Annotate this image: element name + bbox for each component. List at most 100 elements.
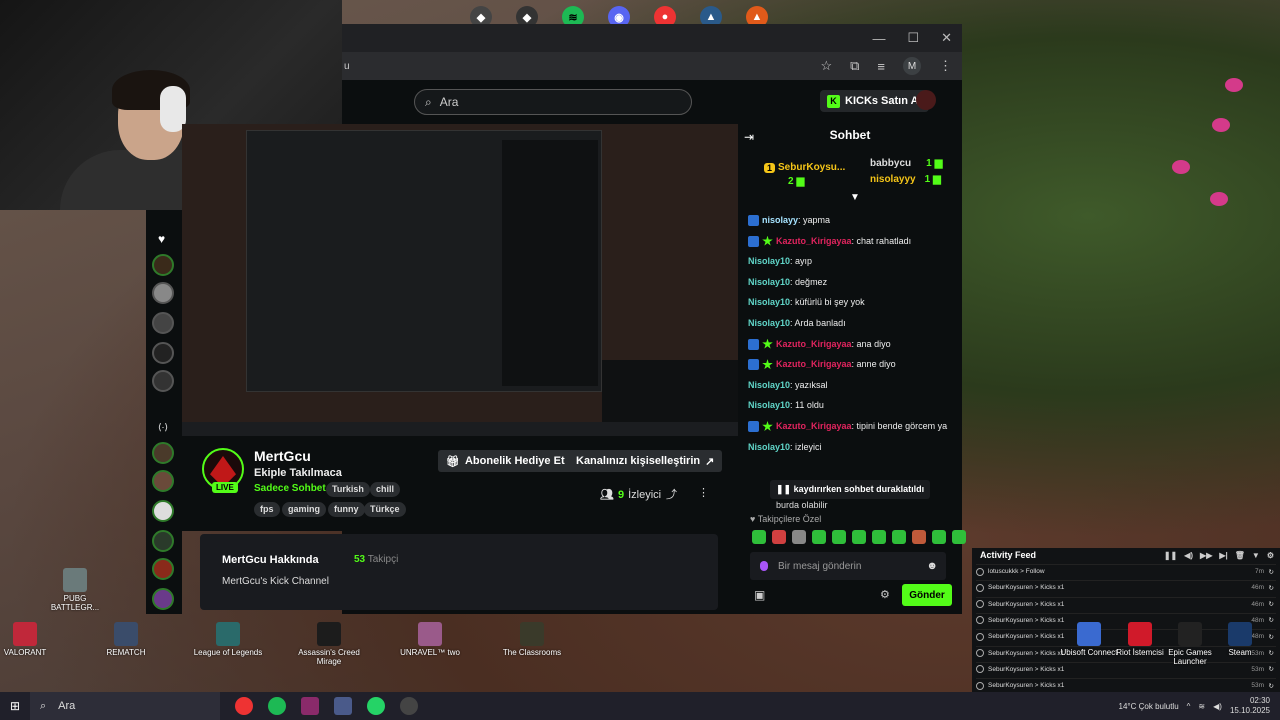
media-icon[interactable]: ≡	[877, 59, 885, 74]
replay-icon[interactable]: ↻	[1269, 682, 1274, 690]
desktop-shortcut[interactable]: Steam	[1205, 622, 1275, 657]
rail-channel[interactable]	[152, 282, 174, 304]
gift-kicks-icon[interactable]: ▣	[754, 588, 765, 602]
chat-username[interactable]: Nisolay10	[748, 400, 790, 410]
chat-username[interactable]: Kazuto_Kirigayaa	[776, 359, 852, 369]
video-player[interactable]	[182, 124, 738, 436]
profile-avatar[interactable]: M	[903, 57, 921, 75]
more-icon[interactable]: ⋮	[698, 486, 709, 499]
desktop-shortcut[interactable]: League of Legends	[193, 622, 263, 657]
replay-icon[interactable]: ↻	[1269, 584, 1274, 592]
fast-forward-icon[interactable]: ▶|	[1219, 551, 1227, 560]
rail-channel[interactable]	[152, 312, 174, 334]
rail-channel[interactable]	[152, 342, 174, 364]
weather-label[interactable]: 14°C Çok bulutlu	[1119, 702, 1179, 711]
top-gifter[interactable]: nisolayyy 1 ▆	[870, 174, 941, 185]
emoji-icon[interactable]: ☻	[926, 560, 938, 572]
stream-category[interactable]: Sadece Sohbet	[254, 483, 326, 494]
close-icon[interactable]: ✕	[941, 30, 952, 46]
emote[interactable]	[812, 530, 826, 544]
replay-icon[interactable]: ↻	[1269, 600, 1274, 608]
chat-username[interactable]: Kazuto_Kirigayaa	[776, 339, 852, 349]
spotify-icon[interactable]	[268, 697, 286, 715]
maximize-icon[interactable]: ☐	[907, 30, 919, 46]
tag[interactable]: chill	[370, 482, 401, 497]
emote[interactable]	[912, 530, 926, 544]
chrome-icon[interactable]	[235, 697, 253, 715]
chat-paused-notice[interactable]: ❚❚ kaydırırken sohbet duraklatıldı	[770, 480, 931, 499]
emote[interactable]	[952, 530, 966, 544]
desktop-shortcut[interactable]: PUBG BATTLEGR...	[40, 568, 110, 612]
customize-channel-button[interactable]: Kanalınızı kişiselleştirin ↗	[568, 450, 723, 472]
expand-icon[interactable]: ▼	[850, 192, 860, 203]
address-bar[interactable]: u ☆ ⧉ ≡ M ⋮	[342, 52, 962, 80]
volume-icon[interactable]: ◀)	[1184, 551, 1193, 560]
replay-icon[interactable]: ↻	[1269, 665, 1274, 673]
tag[interactable]: Türkçe	[364, 502, 406, 517]
taskbar-search[interactable]: ⌕ Ara	[30, 692, 220, 720]
desktop-shortcut[interactable]: VALORANT	[0, 622, 60, 657]
desktop-shortcut[interactable]: Assassin's Creed Mirage	[294, 622, 364, 666]
rail-channel[interactable]	[152, 588, 174, 610]
chat-username[interactable]: Nisolay10	[748, 442, 790, 452]
emote[interactable]	[832, 530, 846, 544]
trash-icon[interactable]: 🗑︎	[1235, 551, 1245, 560]
desktop-shortcut[interactable]: REMATCH	[91, 622, 161, 657]
app-icon[interactable]	[400, 697, 418, 715]
chat-username[interactable]: nisolayy	[762, 215, 798, 225]
emote[interactable]	[772, 530, 786, 544]
extensions-icon[interactable]: ⧉	[850, 58, 859, 74]
rail-channel[interactable]	[152, 370, 174, 392]
minimize-icon[interactable]: —	[872, 31, 885, 46]
app-icon[interactable]	[301, 697, 319, 715]
gift-sub-button[interactable]: 🎁︎ Abonelik Hediye Et	[438, 450, 573, 472]
clock[interactable]: 02:30 15.10.2025	[1230, 696, 1270, 716]
volume-icon[interactable]: ◀)	[1213, 702, 1222, 711]
heart-icon[interactable]: ♥	[158, 232, 165, 246]
emote[interactable]	[752, 530, 766, 544]
windows-start-icon[interactable]: ⊞	[0, 699, 30, 713]
filter-icon[interactable]: ▼	[1252, 551, 1260, 560]
chat-username[interactable]: Nisolay10	[748, 380, 790, 390]
tag[interactable]: funny	[328, 502, 365, 517]
rail-channel[interactable]	[152, 254, 174, 276]
whatsapp-icon[interactable]	[367, 697, 385, 715]
desktop-shortcut[interactable]: The Classrooms	[497, 622, 567, 657]
emote[interactable]	[932, 530, 946, 544]
tag[interactable]: Turkish	[326, 482, 370, 497]
menu-dots-icon[interactable]: ⋮	[939, 58, 952, 74]
top-gifter[interactable]: 1 SeburKoysu...	[764, 162, 845, 173]
emote[interactable]	[792, 530, 806, 544]
rail-channel[interactable]	[152, 470, 174, 492]
chat-username[interactable]: Kazuto_Kirigayaa	[776, 236, 852, 246]
settings-gear-icon[interactable]: ⚙	[880, 588, 890, 601]
desktop-shortcut[interactable]: UNRAVEL™ two	[395, 622, 465, 657]
streamer-name[interactable]: MertGcu	[254, 448, 311, 464]
rail-channel[interactable]	[152, 530, 174, 552]
emote[interactable]	[872, 530, 886, 544]
share-icon[interactable]: ⤴	[666, 486, 677, 502]
network-icon[interactable]: ≋	[1198, 702, 1205, 711]
emote[interactable]	[852, 530, 866, 544]
chat-input[interactable]: Bir mesaj gönderin ☻	[750, 552, 946, 580]
user-avatar[interactable]	[916, 90, 936, 110]
settings-gear-icon[interactable]: ⚙	[1267, 551, 1274, 560]
skip-icon[interactable]: ▶▶	[1200, 551, 1212, 560]
chat-username[interactable]: Kazuto_Kirigayaa	[776, 421, 852, 431]
buy-kicks-button[interactable]: K KICKs Satın Al	[820, 90, 929, 112]
bookmark-star-icon[interactable]: ☆	[820, 58, 832, 74]
chat-username[interactable]: Nisolay10	[748, 256, 790, 266]
rail-channel[interactable]	[152, 500, 174, 522]
pause-icon[interactable]: ❚❚	[1164, 551, 1177, 560]
rail-channel[interactable]	[152, 558, 174, 580]
send-button[interactable]: Gönder	[902, 584, 952, 606]
chevron-up-icon[interactable]: ^	[1187, 702, 1191, 711]
collapse-rail-icon[interactable]: ⟨·⟩	[158, 422, 168, 433]
chat-username[interactable]: Nisolay10	[748, 318, 790, 328]
tag[interactable]: fps	[254, 502, 280, 517]
rail-channel[interactable]	[152, 442, 174, 464]
chat-username[interactable]: Nisolay10	[748, 297, 790, 307]
chat-username[interactable]: Nisolay10	[748, 277, 790, 287]
emote[interactable]	[892, 530, 906, 544]
app-icon[interactable]	[334, 697, 352, 715]
